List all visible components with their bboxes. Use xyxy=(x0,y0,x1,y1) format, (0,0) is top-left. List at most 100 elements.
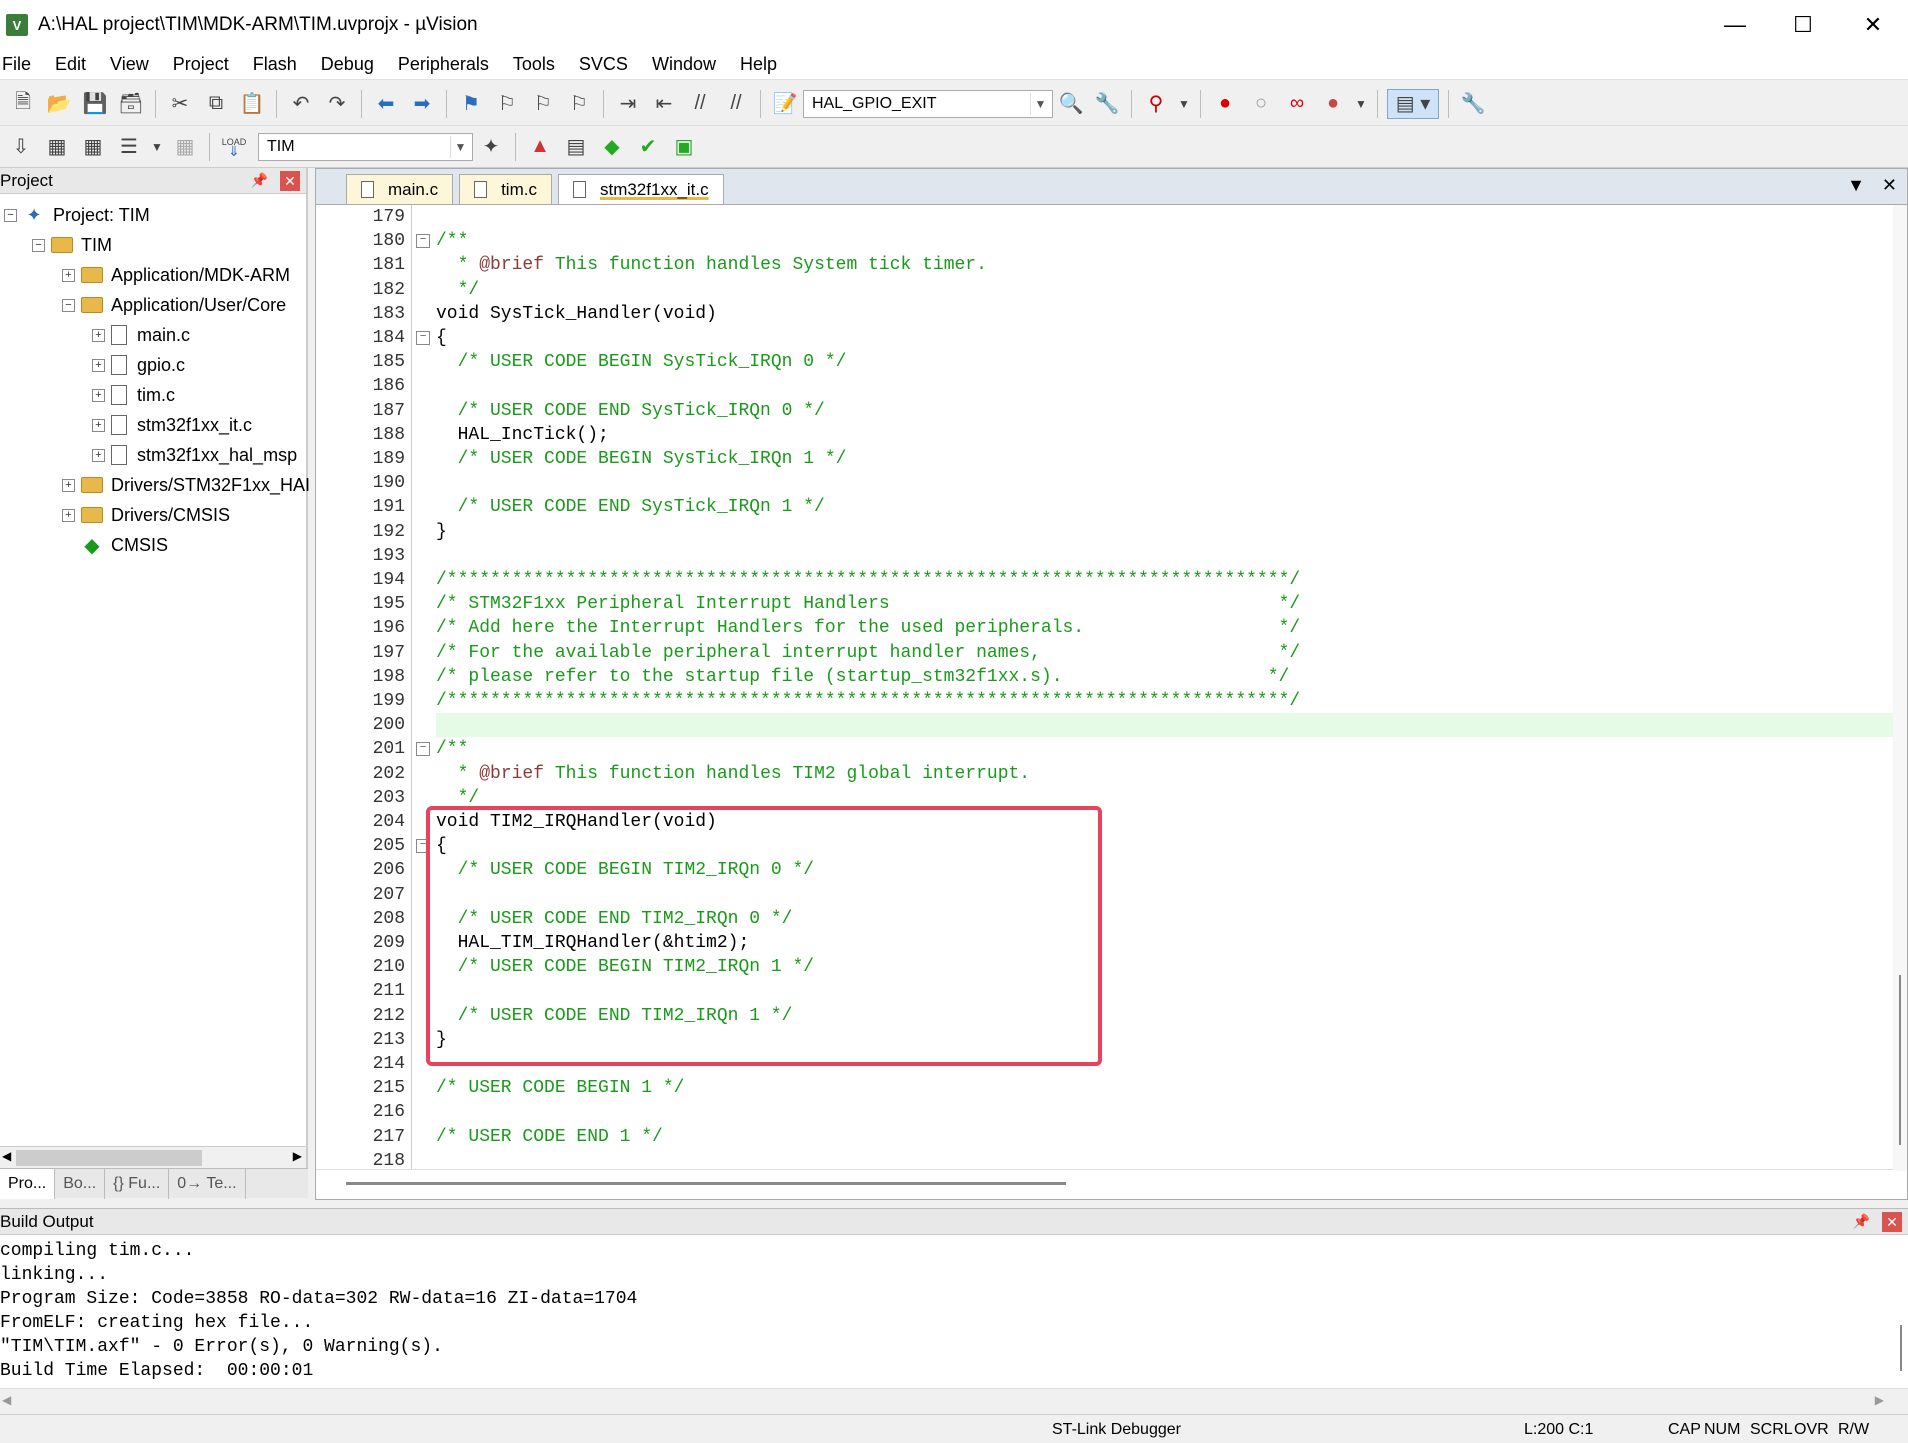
tab-functions[interactable]: {} Fu... xyxy=(105,1168,170,1199)
menu-edit[interactable]: Edit xyxy=(43,54,98,75)
target-options-icon[interactable]: ✦ xyxy=(476,132,506,162)
fold-collapse-icon[interactable]: − xyxy=(416,234,430,249)
expand-icon[interactable]: + xyxy=(62,268,75,282)
menu-peripherals[interactable]: Peripherals xyxy=(386,54,501,75)
bookmark-icon[interactable]: ⚑ xyxy=(456,89,486,119)
menu-tools[interactable]: Tools xyxy=(501,54,567,75)
editor-horizontal-scrollbar[interactable] xyxy=(316,1169,1894,1199)
fold-collapse-icon[interactable]: − xyxy=(416,331,430,345)
batch-build-icon[interactable]: ☰ xyxy=(114,132,144,162)
menu-window[interactable]: Window xyxy=(640,54,728,75)
tree-item[interactable]: ◆ CMSIS xyxy=(62,530,168,560)
scrollbar-thumb[interactable] xyxy=(16,1150,202,1166)
configure-wrench-icon[interactable]: 🔧 xyxy=(1458,89,1488,119)
expand-icon[interactable]: + xyxy=(92,388,105,402)
menu-project[interactable]: Project xyxy=(161,54,241,75)
next-bookmark-icon[interactable]: ⚐ xyxy=(528,89,558,119)
navigate-forward-icon[interactable]: ➡ xyxy=(407,89,437,119)
tree-item[interactable]: − ✦ Project: TIM xyxy=(4,200,150,230)
new-file-icon[interactable]: 🗎 xyxy=(8,89,38,119)
tab-books[interactable]: Bo... xyxy=(55,1168,106,1199)
expand-icon[interactable]: + xyxy=(92,448,105,462)
scroll-right-icon[interactable]: ▶ xyxy=(293,1149,302,1163)
menu-debug[interactable]: Debug xyxy=(309,54,386,75)
window-layout-icon[interactable]: ▤ ▾ xyxy=(1387,88,1439,119)
incremental-find-icon[interactable]: 🔧 xyxy=(1092,89,1122,119)
close-icon[interactable]: ✕ xyxy=(1882,1212,1902,1232)
collapse-icon[interactable]: − xyxy=(32,238,45,252)
minimize-button[interactable]: — xyxy=(1700,0,1770,50)
tree-item[interactable]: + Application/MDK-ARM xyxy=(62,260,290,290)
scrollbar-thumb[interactable] xyxy=(346,1182,1066,1185)
expand-icon[interactable]: + xyxy=(92,418,105,432)
editor-vertical-scrollbar[interactable] xyxy=(1893,205,1907,1171)
comment-icon[interactable]: // xyxy=(685,89,715,119)
code-area[interactable]: 179 180 181 182 183 184 185 186 187 188 189 190 191 1… xyxy=(316,205,1894,1171)
disable-breakpoint-icon[interactable]: ○ xyxy=(1246,89,1276,119)
tab-project[interactable]: Pro... xyxy=(0,1168,56,1199)
stop-build-icon[interactable]: ▦ xyxy=(170,132,200,162)
scrollbar-thumb[interactable] xyxy=(1900,1325,1902,1371)
menu-view[interactable]: View xyxy=(98,54,161,75)
collapse-icon[interactable]: − xyxy=(62,298,75,312)
expand-icon[interactable]: + xyxy=(62,508,75,522)
rebuild-icon[interactable]: ▦ xyxy=(78,132,108,162)
open-file-icon[interactable]: 📂 xyxy=(44,89,74,119)
download-load-icon[interactable]: LOAD ⇓ xyxy=(219,132,249,162)
manage-rte-icon[interactable]: ◆ xyxy=(597,132,627,162)
close-icon[interactable]: ✕ xyxy=(280,171,300,191)
chevron-down-icon[interactable]: ▼ xyxy=(150,132,164,162)
project-horizontal-scrollbar[interactable]: ◀ ▶ xyxy=(0,1146,306,1168)
close-window-button[interactable]: ✕ xyxy=(1838,0,1908,50)
menu-svcs[interactable]: SVCS xyxy=(567,54,640,75)
expand-icon[interactable]: + xyxy=(92,328,105,342)
pack-installer-icon[interactable]: ▣ xyxy=(669,132,699,162)
menu-help[interactable]: Help xyxy=(728,54,789,75)
close-tab-icon[interactable]: ✕ xyxy=(1882,175,1897,196)
tree-item[interactable]: − Application/User/Core xyxy=(62,290,286,320)
redo-icon[interactable]: ↷ xyxy=(322,89,352,119)
uncomment-icon[interactable]: // xyxy=(721,89,751,119)
tab-main-c[interactable]: main.c xyxy=(346,174,454,204)
tree-item[interactable]: − TIM xyxy=(32,230,112,260)
tree-item[interactable]: + main.c xyxy=(92,320,190,350)
translate-icon[interactable]: ⇩ xyxy=(6,132,36,162)
collapse-icon[interactable]: − xyxy=(4,208,17,222)
save-all-icon[interactable]: 🗃 xyxy=(116,89,146,119)
build-horizontal-scrollbar[interactable]: ◀ ▶ xyxy=(0,1388,1908,1414)
tree-item[interactable]: + Drivers/CMSIS xyxy=(62,500,230,530)
maximize-button[interactable]: ☐ xyxy=(1768,0,1838,50)
tab-list-chevron-icon[interactable]: ▼ xyxy=(1847,175,1865,196)
chevron-down-icon[interactable]: ▼ xyxy=(1354,89,1368,119)
tree-item[interactable]: + gpio.c xyxy=(92,350,185,380)
tree-item[interactable]: + stm32f1xx_hal_msp xyxy=(92,440,297,470)
chevron-down-icon[interactable]: ▼ xyxy=(450,135,470,158)
undo-icon[interactable]: ↶ xyxy=(286,89,316,119)
scroll-left-icon[interactable]: ◀ xyxy=(2,1393,11,1407)
chevron-down-icon[interactable]: ▼ xyxy=(1177,89,1191,119)
select-packs-icon[interactable]: ▤ xyxy=(561,132,591,162)
paste-icon[interactable]: 📋 xyxy=(237,89,267,119)
copy-icon[interactable]: ⧉ xyxy=(201,89,231,119)
build-icon[interactable]: ▦ xyxy=(42,132,72,162)
build-vertical-scrollbar[interactable] xyxy=(1894,1235,1908,1389)
select-software-packs-icon[interactable]: ✔ xyxy=(633,132,663,162)
clear-bookmarks-icon[interactable]: ⚐ xyxy=(564,89,594,119)
breakpoint-icon[interactable]: ● xyxy=(1210,89,1240,119)
tab-tim-c[interactable]: tim.c xyxy=(459,174,552,204)
menu-flash[interactable]: Flash xyxy=(241,54,309,75)
fold-collapse-icon[interactable]: − xyxy=(416,742,430,757)
indent-icon[interactable]: ⇥ xyxy=(613,89,643,119)
scrollbar-thumb[interactable] xyxy=(1899,975,1901,1145)
tree-item[interactable]: + tim.c xyxy=(92,380,175,410)
pin-icon[interactable]: 📌 xyxy=(251,172,268,189)
start-debug-icon[interactable]: ⚲ xyxy=(1141,89,1171,119)
manage-project-items-icon[interactable]: ▲ xyxy=(525,132,555,162)
expand-icon[interactable]: + xyxy=(92,358,105,372)
menu-file[interactable]: File xyxy=(0,54,43,75)
save-icon[interactable]: 💾 xyxy=(80,89,110,119)
cut-icon[interactable]: ✂ xyxy=(165,89,195,119)
scroll-right-icon[interactable]: ▶ xyxy=(1875,1393,1884,1407)
navigate-back-icon[interactable]: ⬅ xyxy=(371,89,401,119)
expand-icon[interactable]: + xyxy=(62,478,75,492)
